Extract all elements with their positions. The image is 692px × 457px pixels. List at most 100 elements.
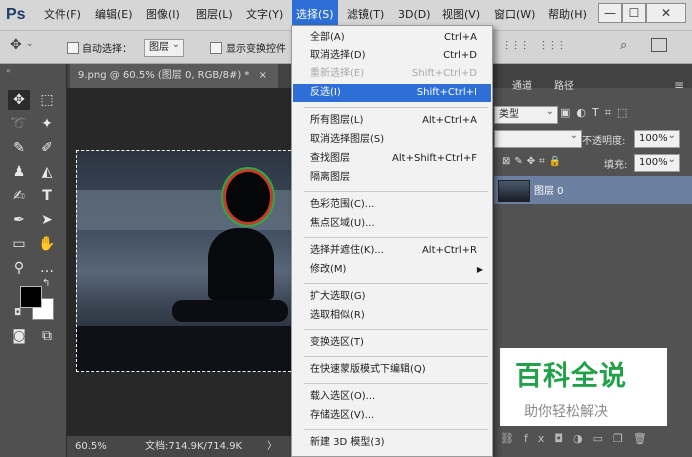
- close-tab-icon[interactable]: ×: [259, 70, 267, 81]
- menu-image[interactable]: 图像(I): [142, 0, 184, 30]
- menu-item-deselect[interactable]: 取消选择(D) Ctrl+D: [293, 47, 491, 65]
- tool-preset-chevron-icon[interactable]: ⌄: [26, 39, 34, 49]
- menu-separator: [304, 191, 488, 192]
- show-transform-checkbox[interactable]: [210, 42, 222, 54]
- layer-kind-filter[interactable]: 类型: [494, 104, 558, 124]
- menu-item-select-all[interactable]: 全部(A) Ctrl+A: [293, 29, 491, 47]
- menu-help[interactable]: 帮助(H): [544, 0, 591, 30]
- selection-marching-ants: [76, 150, 296, 372]
- menu-item-focus-area[interactable]: 焦点区域(U)...: [293, 215, 491, 233]
- brush-tool-icon[interactable]: ✐: [36, 138, 58, 158]
- pen-tool-icon[interactable]: ✒: [8, 210, 30, 230]
- workspace-icon[interactable]: [651, 38, 667, 52]
- submenu-arrow-icon: ▶: [476, 265, 483, 274]
- magic-wand-tool-icon[interactable]: ✦: [36, 114, 58, 134]
- menu-item-new-3d-model[interactable]: 新建 3D 模型(3): [293, 434, 491, 452]
- photoshop-logo: Ps: [6, 6, 26, 23]
- menu-item-load-selection[interactable]: 载入选区(O)...: [293, 388, 491, 406]
- menu-item-grow[interactable]: 扩大选取(G): [293, 288, 491, 306]
- menu-item-reselect[interactable]: 重新选择(E) Shift+Ctrl+D: [293, 65, 491, 83]
- fill-input[interactable]: 100%: [634, 152, 680, 172]
- eraser-tool-icon[interactable]: ◭: [36, 162, 58, 182]
- zoom-tool-icon[interactable]: ⚲: [8, 258, 30, 278]
- layer-thumbnail: [498, 180, 530, 202]
- collapse-icon[interactable]: «: [6, 66, 11, 75]
- auto-select-target-select[interactable]: 图层: [144, 37, 184, 57]
- tab-channels[interactable]: 通道: [504, 76, 540, 98]
- tab-paths[interactable]: 路径: [546, 76, 582, 98]
- menu-edit[interactable]: 编辑(E): [91, 0, 137, 30]
- lock-icons[interactable]: ⊠✎✥⌗🔒: [502, 156, 565, 167]
- show-transform-label: 显示变换控件: [226, 44, 286, 55]
- menu-item-quick-mask[interactable]: 在快速蒙版模式下编辑(Q): [293, 361, 491, 379]
- swap-colors-icon[interactable]: ↰: [42, 278, 50, 289]
- select-menu-dropdown: 全部(A) Ctrl+A 取消选择(D) Ctrl+D 重新选择(E) Shift+C…: [291, 25, 493, 457]
- close-button[interactable]: ✕: [646, 3, 686, 23]
- fill-label: 填充:: [604, 160, 628, 171]
- menu-item-inverse[interactable]: 反选(I) Shift+Ctrl+I: [293, 84, 491, 102]
- lasso-tool-icon[interactable]: ➰: [8, 114, 30, 134]
- menu-item-similar[interactable]: 选取相似(R): [293, 307, 491, 325]
- status-menu-icon[interactable]: 〉: [267, 436, 277, 457]
- menu-item-isolate-layers[interactable]: 隔离图层: [293, 169, 491, 187]
- screen-mode-icon[interactable]: ⧉: [36, 326, 58, 346]
- auto-select-label: 自动选择：: [82, 44, 132, 55]
- document-tab[interactable]: 9.png @ 60.5% (图层 0, RGB/8#) * ×: [70, 64, 278, 88]
- menu-item-color-range[interactable]: 色彩范围(C)...: [293, 196, 491, 214]
- menu-separator: [304, 107, 488, 108]
- menu-type[interactable]: 文字(Y): [242, 0, 287, 30]
- panel-menu-icon[interactable]: ≡: [674, 78, 684, 92]
- layer-row[interactable]: 图层 0: [494, 176, 692, 204]
- opacity-input[interactable]: 100%: [634, 128, 680, 148]
- menu-item-modify[interactable]: 修改(M) ▶: [293, 261, 491, 279]
- quick-mask-icon[interactable]: ◙: [8, 326, 30, 346]
- document-tab-title: 9.png @ 60.5% (图层 0, RGB/8#) *: [78, 70, 250, 81]
- more-tools-icon[interactable]: …: [36, 258, 58, 278]
- auto-select-checkbox[interactable]: [67, 42, 79, 54]
- menu-window[interactable]: 窗口(W): [490, 0, 539, 30]
- opacity-label: 不透明度:: [582, 136, 626, 147]
- watermark-subtitle: 助你轻松解决: [524, 404, 608, 420]
- watermark-title: 百科全说: [515, 361, 627, 392]
- menu-separator: [304, 329, 488, 330]
- document-image[interactable]: [76, 150, 296, 372]
- menu-item-deselect-layers[interactable]: 取消选择图层(S): [293, 131, 491, 149]
- menu-item-transform-selection[interactable]: 变换选区(T): [293, 334, 491, 352]
- zoom-level[interactable]: 60.5%: [75, 436, 107, 457]
- menu-separator: [304, 283, 488, 284]
- foreground-color-swatch-top[interactable]: [20, 286, 42, 308]
- menu-item-save-selection[interactable]: 存储选区(V)...: [293, 407, 491, 425]
- menu-item-select-and-mask[interactable]: 选择并遮住(K)... Alt+Ctrl+R: [293, 242, 491, 260]
- status-bar: 60.5% 文档:714.9K/714.9K 〉: [67, 436, 295, 457]
- maximize-button[interactable]: ☐: [622, 3, 646, 23]
- menu-item-find-layers[interactable]: 查找图层 Alt+Shift+Ctrl+F: [293, 150, 491, 168]
- default-colors-icon[interactable]: ◘: [14, 308, 21, 318]
- layer-filter-icons[interactable]: ▣◐T⌗⬚: [560, 106, 633, 120]
- move-tool-icon[interactable]: ✥: [8, 90, 30, 110]
- minimize-button[interactable]: —: [598, 3, 622, 23]
- toolbox: « ✥ ⬚ ➰ ✦ ✎ ✐ ♟ ◭ ✍ T ✒ ➤ ▭ ✋ ⚲ … ↰ ◘ ◙ …: [0, 64, 67, 457]
- path-select-tool-icon[interactable]: ➤: [36, 210, 58, 230]
- type-tool-icon[interactable]: T: [36, 186, 58, 206]
- menu-separator: [304, 237, 488, 238]
- menu-layer[interactable]: 图层(L): [192, 0, 237, 30]
- marquee-tool-icon[interactable]: ⬚: [36, 90, 58, 110]
- document-info: 文档:714.9K/714.9K: [145, 441, 243, 452]
- move-tool-icon[interactable]: ✥: [10, 37, 22, 53]
- search-icon[interactable]: ⌕: [620, 38, 627, 53]
- layer-actions-icons[interactable]: ⛓fx◘◑▭❐🗑: [500, 432, 657, 445]
- align-icons[interactable]: ⫶⫶⫶ ⫶⫶⫶: [505, 39, 569, 54]
- layer-name[interactable]: 图层 0: [534, 182, 564, 197]
- shape-tool-icon[interactable]: ▭: [8, 234, 30, 254]
- blend-mode-select[interactable]: [494, 128, 582, 148]
- eyedropper-tool-icon[interactable]: ✎: [8, 138, 30, 158]
- stamp-tool-icon[interactable]: ♟: [8, 162, 30, 182]
- menu-separator: [304, 356, 488, 357]
- hand-tool-icon[interactable]: ✋: [36, 234, 58, 254]
- menu-file[interactable]: 文件(F): [40, 0, 85, 30]
- history-brush-tool-icon[interactable]: ✍: [8, 186, 30, 206]
- menu-separator: [304, 429, 488, 430]
- menu-item-all-layers[interactable]: 所有图层(L) Alt+Ctrl+A: [293, 112, 491, 130]
- watermark: 百科全说 助你轻松解决: [500, 348, 667, 426]
- menu-separator: [304, 383, 488, 384]
